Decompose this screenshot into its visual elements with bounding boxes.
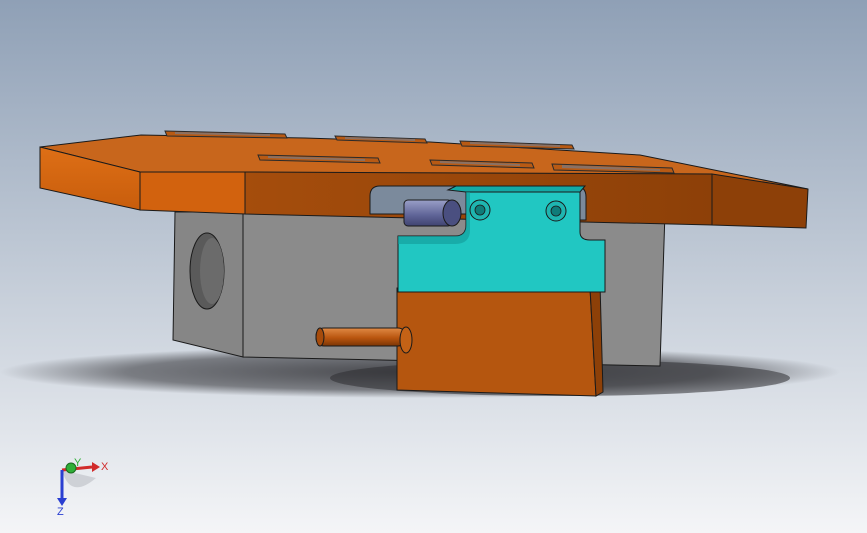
slider-block-front	[396, 287, 597, 397]
bolt-icon	[469, 199, 491, 221]
clamp-head-top	[446, 185, 587, 193]
model-scene[interactable]	[0, 0, 867, 533]
slider-block[interactable]	[396, 283, 604, 397]
cad-viewport[interactable]: X Y Z	[0, 0, 867, 533]
bolt-icon	[545, 200, 567, 222]
guide-pin[interactable]	[403, 199, 462, 227]
top-plate-front	[139, 171, 246, 215]
